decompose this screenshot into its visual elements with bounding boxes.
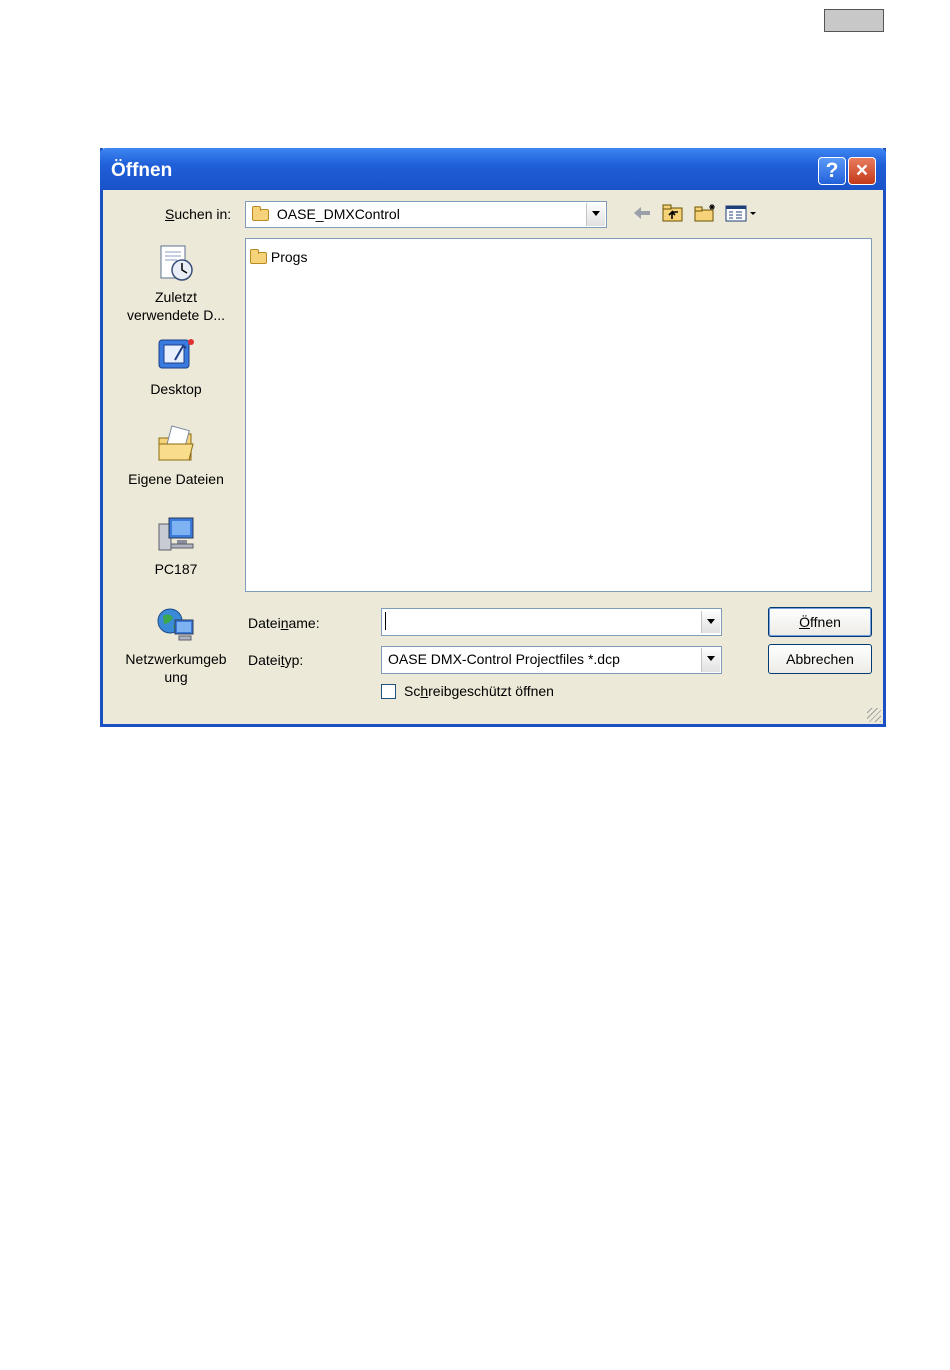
place-network-line1: Netzwerkumgeb [125,651,227,667]
lookin-combo[interactable]: OASE_DMXControl [245,201,607,228]
help-icon: ? [825,159,839,182]
resize-grip[interactable] [867,708,881,722]
place-recent[interactable]: Zuletzt verwendete D... [115,242,237,324]
chevron-down-icon[interactable] [586,203,605,226]
open-button[interactable]: Öffnen [768,607,872,637]
place-computer[interactable]: PC187 [115,514,237,578]
computer-icon [158,517,194,551]
place-recent-line2: verwendete D... [126,307,226,323]
place-network[interactable]: Netzwerkumgeb ung [115,604,237,686]
title-bar[interactable]: Öffnen ? × [100,148,886,190]
file-list[interactable]: Progs [245,238,872,592]
lookin-label: Suchen in: [165,206,232,222]
new-folder-icon[interactable] [693,203,719,223]
filename-dropdown[interactable] [699,610,720,634]
help-button[interactable]: ? [818,157,846,185]
place-network-line2: ung [164,669,188,685]
dialog-title: Öffnen [111,160,173,181]
text-cursor [385,612,386,630]
filename-label: Dateiname: [248,615,320,631]
open-file-dialog: Öffnen ? × Suchen in: OASE_DMXControl Zu… [100,148,886,727]
list-item[interactable]: Progs [250,249,307,265]
place-desktop-label: Desktop [150,381,202,397]
place-desktop[interactable]: Desktop [115,334,237,398]
filetype-value: OASE DMX-Control Projectfiles *.dcp [388,651,620,667]
chevron-down-icon[interactable] [701,648,720,672]
up-folder-icon[interactable] [661,203,685,223]
close-button[interactable]: × [848,157,876,185]
folder-icon [252,206,269,222]
place-computer-label: PC187 [154,561,198,577]
filename-input[interactable] [381,608,722,636]
chevron-down-icon[interactable] [701,611,720,633]
view-menu-icon[interactable] [725,203,761,223]
network-icon [157,608,194,641]
lookin-value: OASE_DMXControl [276,206,400,222]
place-recent-line1: Zuletzt [154,289,197,305]
file-name: Progs [270,249,308,265]
close-icon: × [855,159,869,182]
back-arrow-icon[interactable] [631,203,653,223]
readonly-label: Schreibgeschützt öffnen [404,683,554,699]
filetype-label: Dateityp: [248,652,304,668]
readonly-checkbox[interactable] [381,684,396,699]
my-documents-icon [158,425,194,461]
folder-icon [250,249,267,265]
cancel-button[interactable]: Abbrechen [768,644,872,674]
place-my-documents-label: Eigene Dateien [128,471,224,487]
recent-documents-icon [160,245,193,281]
place-my-documents[interactable]: Eigene Dateien [115,424,237,488]
desktop-icon [158,339,194,369]
corner-gray-box [824,9,884,32]
filetype-combo[interactable]: OASE DMX-Control Projectfiles *.dcp [381,646,722,674]
